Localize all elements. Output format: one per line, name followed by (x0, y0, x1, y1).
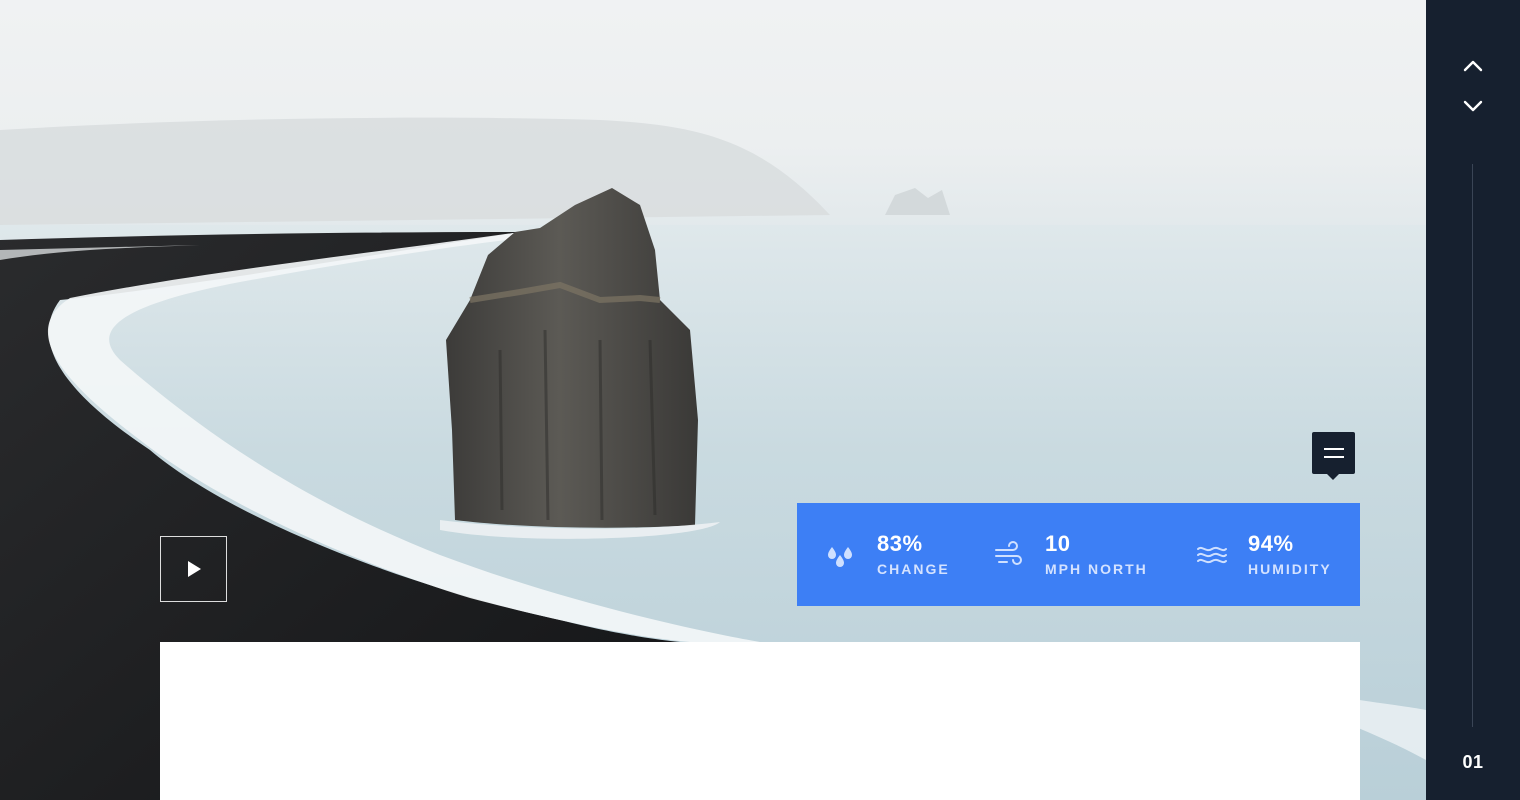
play-button[interactable] (160, 536, 227, 602)
menu-icon (1323, 448, 1344, 458)
weather-humidity: 94% HUMIDITY (1196, 503, 1332, 606)
raindrops-icon (828, 546, 852, 567)
weather-wind: 10 MPH NORTH (993, 503, 1148, 606)
menu-button[interactable] (1312, 432, 1355, 480)
content-card (160, 642, 1360, 800)
wind-icon (995, 540, 1022, 565)
chevron-down-icon (1463, 100, 1483, 112)
slide-progress-track (1472, 164, 1473, 727)
weather-panel: 83% CHANGE 10 MPH NORTH 94% HUMIDITY (797, 503, 1360, 606)
chance-label: CHANGE (877, 560, 950, 577)
next-slide-button[interactable] (1461, 94, 1485, 118)
humidity-value: 94% (1248, 530, 1294, 556)
wind-label: MPH NORTH (1045, 560, 1148, 577)
humidity-label: HUMIDITY (1248, 560, 1332, 577)
weather-chance: 83% CHANGE (825, 503, 950, 606)
wind-value: 10 (1045, 530, 1071, 556)
hero-image: 83% CHANGE 10 MPH NORTH 94% HUMIDITY (0, 0, 1426, 800)
chance-value: 83% (877, 530, 923, 556)
previous-slide-button[interactable] (1461, 54, 1485, 78)
slide-number: 01 (1462, 752, 1484, 772)
chevron-up-icon (1463, 60, 1483, 72)
slide-sidebar: 01 (1426, 0, 1520, 800)
play-icon (187, 561, 201, 577)
waves-icon (1197, 546, 1227, 563)
